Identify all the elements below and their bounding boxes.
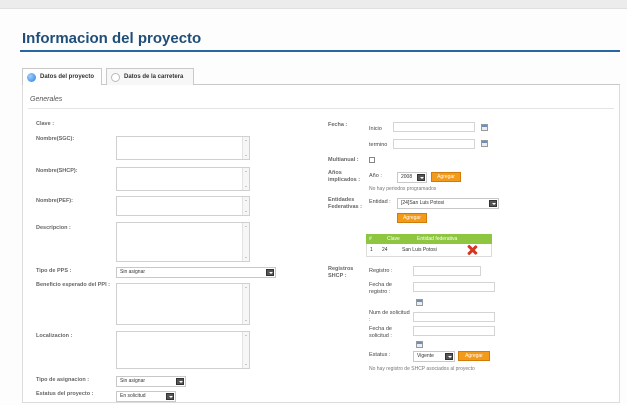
- anios-implicados-label: Años implicados :: [328, 170, 361, 183]
- termino-input[interactable]: [393, 139, 475, 149]
- nombre-pef-textarea[interactable]: [116, 196, 250, 216]
- tab-panel: [22, 85, 620, 403]
- scrollbar[interactable]: [242, 284, 249, 324]
- fecha-registro-label: Fecha de registro :: [369, 282, 392, 295]
- multianual-checkbox[interactable]: [369, 157, 375, 163]
- nombre-shcp-textarea[interactable]: [116, 167, 250, 191]
- multianual-label: Multianual :: [328, 157, 359, 163]
- row-number: 1: [370, 247, 373, 253]
- agregar-entidad-button[interactable]: Agregar: [397, 213, 427, 223]
- nombre-shcp-label: Nombre(SHCP):: [36, 168, 78, 174]
- scrollbar[interactable]: [242, 332, 249, 368]
- entidad-select[interactable]: [24]San Luis Potosi: [397, 198, 499, 209]
- tipo-asignacion-label: Tipo de asignacion :: [36, 377, 90, 383]
- top-strip: [0, 0, 627, 9]
- chevron-down-icon: [166, 393, 174, 400]
- beneficio-label: Beneficio esperado del PPI :: [36, 282, 110, 288]
- chevron-down-icon: [445, 353, 453, 360]
- tipo-pps-label: Tipo de PPS :: [36, 268, 72, 274]
- entidades-label: Entidades Federativas :: [328, 197, 362, 210]
- nombre-sgc-label: Nombre(SGC):: [36, 136, 75, 142]
- circle-icon: [111, 72, 120, 82]
- nombre-sgc-textarea[interactable]: [116, 136, 250, 160]
- entidad-label: Entidad :: [369, 199, 391, 205]
- tab-label: Datos del proyecto: [40, 74, 95, 80]
- registro-input[interactable]: [413, 266, 481, 276]
- chevron-down-icon: [266, 269, 274, 276]
- registros-shcp-label: Registros SHCP :: [328, 266, 354, 279]
- entidades-table: # Clave Entidad federativa 1 24 San Luis…: [366, 234, 492, 257]
- title-divider: [20, 50, 620, 52]
- num-solicitud-label: Num de solicitud :: [369, 310, 410, 323]
- tipo-asignacion-select[interactable]: Sin asignar: [116, 376, 186, 387]
- chevron-down-icon: [417, 174, 425, 181]
- tab-datos-carretera[interactable]: Datos de la carretera: [106, 68, 194, 85]
- calendar-icon[interactable]: [416, 299, 423, 306]
- inicio-input[interactable]: [393, 122, 475, 132]
- registro-label: Registro :: [369, 268, 393, 274]
- localizacion-textarea[interactable]: [116, 331, 250, 369]
- fecha-solicitud-label: Fecha de solicitud :: [369, 326, 392, 339]
- fecha-registro-input[interactable]: [413, 282, 495, 292]
- termino-label: termino: [369, 142, 388, 148]
- anio-value: 2008: [401, 174, 413, 180]
- inicio-label: Inicio: [369, 126, 382, 132]
- tab-label: Datos de la carretera: [124, 74, 184, 80]
- clave-label: Clave :: [36, 121, 55, 127]
- section-title: Generales: [30, 96, 63, 103]
- row-entidad: San Luis Potosi: [402, 247, 437, 253]
- calendar-icon[interactable]: [416, 341, 423, 348]
- estatus-proyecto-select[interactable]: En solicitud: [116, 391, 176, 402]
- tipo-asignacion-value: Sin asignar: [120, 378, 146, 384]
- chevron-down-icon: [176, 378, 184, 385]
- tab-bar: Datos del proyecto Datos de la carretera: [22, 68, 620, 85]
- no-periodos-note: No hay periodos programados: [369, 186, 437, 192]
- estatus-label: Estatus :: [369, 352, 391, 358]
- tipo-pps-value: Sin asignar: [120, 269, 146, 275]
- estatus-value: Vigente: [417, 353, 434, 359]
- tipo-pps-select[interactable]: Sin asignar: [116, 267, 276, 278]
- agregar-anio-button[interactable]: Agregar: [431, 172, 461, 182]
- entidad-value: [24]San Luis Potosi: [401, 200, 445, 206]
- fecha-solicitud-input[interactable]: [413, 326, 495, 336]
- section-divider: [28, 108, 614, 109]
- scrollbar[interactable]: [242, 197, 249, 215]
- scrollbar[interactable]: [242, 137, 249, 159]
- estatus-proyecto-value: En solicitud: [120, 393, 146, 399]
- column-header: Clave: [387, 236, 400, 242]
- table-row[interactable]: 1 24 San Luis Potosi: [366, 244, 492, 257]
- anio-label: Año :: [369, 173, 382, 179]
- tab-datos-proyecto[interactable]: Datos del proyecto: [22, 68, 102, 85]
- descripcion-label: Descripcion :: [36, 225, 71, 231]
- row-clave: 24: [382, 247, 388, 253]
- agregar-registro-button[interactable]: Agregar: [458, 351, 490, 361]
- descripcion-textarea[interactable]: [116, 222, 250, 262]
- estatus-proyecto-label: Estatus del proyecto :: [36, 391, 94, 397]
- localizacion-label: Localizacion :: [36, 333, 73, 339]
- num-solicitud-input[interactable]: [413, 312, 495, 322]
- chevron-down-icon: [489, 200, 497, 207]
- scrollbar[interactable]: [242, 223, 249, 261]
- no-registros-note: No hay registro de SHCP asociados al pro…: [369, 366, 475, 372]
- info-icon: [27, 72, 36, 82]
- column-header: Entidad federativa: [417, 236, 458, 242]
- select-all-cell: #: [369, 236, 372, 242]
- delete-icon[interactable]: [467, 245, 477, 255]
- window: Informacion del proyecto Datos del proye…: [0, 0, 627, 405]
- scrollbar[interactable]: [242, 168, 249, 190]
- fecha-label: Fecha :: [328, 122, 348, 128]
- beneficio-textarea[interactable]: [116, 283, 250, 325]
- anio-select[interactable]: 2008: [397, 172, 427, 183]
- estatus-select[interactable]: Vigente: [413, 351, 455, 362]
- nombre-pef-label: Nombre(PEF):: [36, 198, 73, 204]
- calendar-icon[interactable]: [481, 140, 488, 147]
- calendar-icon[interactable]: [481, 124, 488, 131]
- page-title: Informacion del proyecto: [22, 30, 202, 47]
- table-header: # Clave Entidad federativa: [366, 234, 492, 244]
